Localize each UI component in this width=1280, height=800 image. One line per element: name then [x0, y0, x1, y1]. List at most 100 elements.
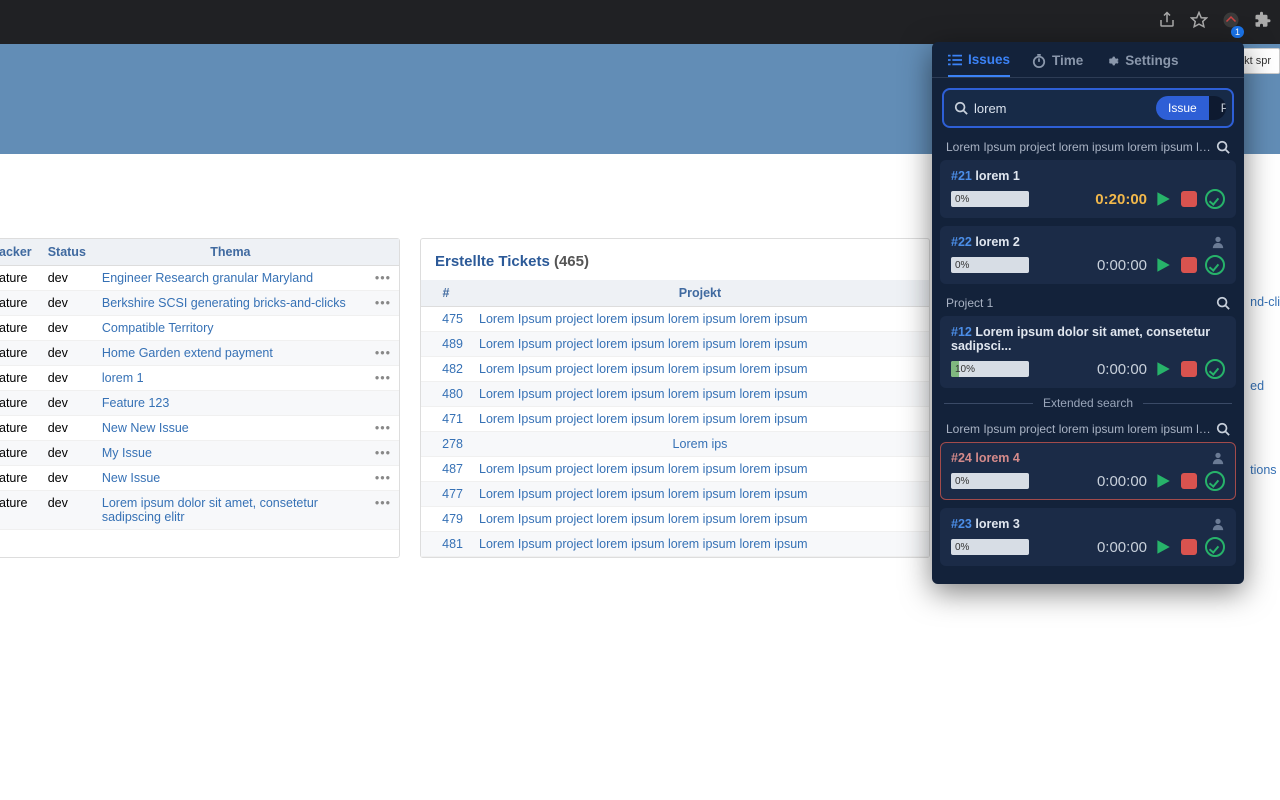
table-row[interactable]: aturedevFeature 123: [0, 391, 399, 416]
star-icon[interactable]: [1190, 11, 1208, 34]
play-button[interactable]: [1153, 471, 1173, 491]
row-menu[interactable]: •••: [367, 441, 399, 466]
stop-button[interactable]: [1179, 255, 1199, 275]
search-input[interactable]: [974, 101, 1150, 116]
issue-ref[interactable]: #23 lorem 3: [951, 517, 1020, 531]
table-row[interactable]: 481Lorem Ipsum project lorem ipsum lorem…: [421, 532, 929, 557]
table-row[interactable]: aturedevlorem 1•••: [0, 366, 399, 391]
issue-link[interactable]: New New Issue: [102, 421, 189, 435]
issue-num[interactable]: 278: [421, 432, 471, 457]
table-row[interactable]: aturedevHome Garden extend payment•••: [0, 341, 399, 366]
edge-link[interactable]: nd-cli: [1250, 280, 1280, 324]
done-button[interactable]: [1205, 189, 1225, 209]
row-menu[interactable]: [367, 391, 399, 416]
col-status[interactable]: Status: [40, 239, 94, 266]
table-row[interactable]: aturedevNew Issue•••: [0, 466, 399, 491]
search-scope-toggle[interactable]: Issue Project: [1156, 96, 1226, 120]
row-menu[interactable]: [367, 316, 399, 341]
group-search-icon[interactable]: [1216, 422, 1230, 436]
row-menu[interactable]: •••: [367, 416, 399, 441]
issue-link[interactable]: Feature 123: [102, 396, 169, 410]
issue-link[interactable]: My Issue: [102, 446, 152, 460]
project-link[interactable]: Lorem Ipsum project lorem ipsum lorem ip…: [479, 537, 808, 551]
issue-card[interactable]: #21 lorem 1 0% 0:20:00: [940, 160, 1236, 218]
row-menu[interactable]: •••: [367, 266, 399, 291]
issue-link[interactable]: Engineer Research granular Maryland: [102, 271, 313, 285]
issue-card[interactable]: #22 lorem 2 0% 0:00:00: [940, 226, 1236, 284]
issue-link[interactable]: lorem 1: [102, 371, 144, 385]
project-link[interactable]: Lorem Ipsum project lorem ipsum lorem ip…: [479, 387, 808, 401]
project-link[interactable]: Lorem Ipsum project lorem ipsum lorem ip…: [479, 312, 808, 326]
issue-link[interactable]: Compatible Territory: [102, 321, 214, 335]
issue-ref[interactable]: #24 lorem 4: [951, 451, 1020, 465]
done-button[interactable]: [1205, 537, 1225, 557]
table-row[interactable]: aturedevEngineer Research granular Maryl…: [0, 266, 399, 291]
issue-card[interactable]: #23 lorem 3 0% 0:00:00: [940, 508, 1236, 566]
project-link[interactable]: Lorem ips: [673, 437, 728, 451]
row-menu[interactable]: •••: [367, 341, 399, 366]
stop-button[interactable]: [1179, 189, 1199, 209]
col-tracker[interactable]: acker: [0, 239, 40, 266]
table-row[interactable]: 475 Lorem Ipsum project lorem ipsum lorem…: [421, 307, 929, 332]
table-row[interactable]: 482 Lorem Ipsum project lorem ipsum lorem…: [421, 357, 929, 382]
row-menu[interactable]: •••: [367, 291, 399, 316]
row-menu[interactable]: •••: [367, 466, 399, 491]
group-search-icon[interactable]: [1216, 296, 1230, 310]
table-row[interactable]: 471 Lorem Ipsum project lorem ipsum lorem…: [421, 407, 929, 432]
project-link[interactable]: Lorem Ipsum project lorem ipsum lorem ip…: [479, 362, 808, 376]
row-menu[interactable]: •••: [367, 491, 399, 530]
issue-link[interactable]: Home Garden extend payment: [102, 346, 273, 360]
play-button[interactable]: [1153, 537, 1173, 557]
issue-num[interactable]: 479: [421, 507, 471, 532]
table-row[interactable]: 477 Lorem Ipsum project lorem ipsum lorem…: [421, 482, 929, 507]
play-button[interactable]: [1153, 255, 1173, 275]
table-row[interactable]: 278 Lorem ips: [421, 432, 929, 457]
table-row[interactable]: aturedevNew New Issue•••: [0, 416, 399, 441]
done-button[interactable]: [1205, 471, 1225, 491]
col-num[interactable]: #: [421, 280, 471, 307]
issue-ref[interactable]: #12 Lorem ipsum dolor sit amet, consetet…: [951, 325, 1225, 353]
stop-button[interactable]: [1179, 359, 1199, 379]
table-row[interactable]: 489 Lorem Ipsum project lorem ipsum lorem…: [421, 332, 929, 357]
issue-num[interactable]: 471: [421, 407, 471, 432]
project-link[interactable]: Lorem Ipsum project lorem ipsum lorem ip…: [479, 512, 808, 526]
project-link[interactable]: Lorem Ipsum project lorem ipsum lorem ip…: [479, 412, 808, 426]
table-row[interactable]: 479 Lorem Ipsum project lorem ipsum lorem…: [421, 507, 929, 532]
table-row[interactable]: 480Lorem Ipsum project lorem ipsum lorem…: [421, 382, 929, 407]
tab-issues[interactable]: Issues: [948, 52, 1010, 77]
edge-link[interactable]: tions: [1250, 448, 1280, 492]
play-button[interactable]: [1153, 359, 1173, 379]
toggle-issue[interactable]: Issue: [1156, 96, 1209, 120]
table-row[interactable]: aturedevBerkshire SCSI generating bricks…: [0, 291, 399, 316]
issue-num[interactable]: 475: [421, 307, 471, 332]
table-row[interactable]: aturedevCompatible Territory: [0, 316, 399, 341]
tab-settings[interactable]: Settings: [1105, 52, 1178, 77]
tab-time[interactable]: Time: [1032, 52, 1083, 77]
share-icon[interactable]: [1158, 11, 1176, 34]
issue-card[interactable]: #12 Lorem ipsum dolor sit amet, consetet…: [940, 316, 1236, 388]
issue-num[interactable]: 482: [421, 357, 471, 382]
table-row[interactable]: aturedevMy Issue•••: [0, 441, 399, 466]
project-link[interactable]: Lorem Ipsum project lorem ipsum lorem ip…: [479, 487, 808, 501]
stop-button[interactable]: [1179, 471, 1199, 491]
project-link[interactable]: Lorem Ipsum project lorem ipsum lorem ip…: [479, 462, 808, 476]
extension-icon[interactable]: 1: [1222, 11, 1240, 34]
issue-num[interactable]: 477: [421, 482, 471, 507]
issue-link[interactable]: Berkshire SCSI generating bricks-and-cli…: [102, 296, 346, 310]
project-link[interactable]: Lorem Ipsum project lorem ipsum lorem ip…: [479, 337, 808, 351]
col-projekt[interactable]: Projekt: [471, 280, 929, 307]
issue-card[interactable]: #24 lorem 4 0% 0:00:00: [940, 442, 1236, 500]
issue-link[interactable]: New Issue: [102, 471, 160, 485]
puzzle-icon[interactable]: [1254, 11, 1272, 34]
done-button[interactable]: [1205, 255, 1225, 275]
stop-button[interactable]: [1179, 537, 1199, 557]
issue-link[interactable]: Lorem ipsum dolor sit amet, consetetur s…: [102, 496, 318, 524]
issue-num[interactable]: 487: [421, 457, 471, 482]
col-thema[interactable]: Thema: [94, 239, 367, 266]
issue-ref[interactable]: #22 lorem 2: [951, 235, 1020, 249]
issue-ref[interactable]: #21 lorem 1: [951, 169, 1020, 183]
row-menu[interactable]: •••: [367, 366, 399, 391]
done-button[interactable]: [1205, 359, 1225, 379]
table-row[interactable]: 487 Lorem Ipsum project lorem ipsum lorem…: [421, 457, 929, 482]
issue-num[interactable]: 489: [421, 332, 471, 357]
